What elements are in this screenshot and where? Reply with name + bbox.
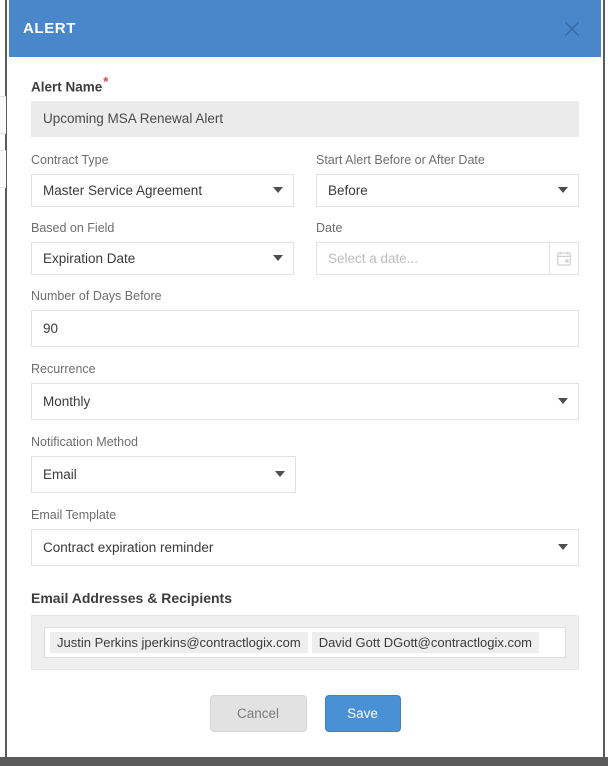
email-template-label: Email Template <box>31 507 117 522</box>
background-bottom-bar <box>0 757 608 766</box>
start-alert-select[interactable]: Before <box>316 173 579 207</box>
field-days-before: Number of Days Before 90 <box>31 289 579 347</box>
recipient-chip[interactable]: Justin Perkins jperkins@contractlogix.co… <box>50 631 308 653</box>
cancel-button[interactable]: Cancel <box>209 694 307 732</box>
field-contract-type: Contract Type Master Service Agreement <box>31 153 294 207</box>
field-recurrence: Recurrence Monthly <box>31 362 579 420</box>
recurrence-label: Recurrence <box>31 361 96 376</box>
row-contract-type-start-alert: Contract Type Master Service Agreement S… <box>31 153 579 207</box>
save-button[interactable]: Save <box>324 694 401 732</box>
alert-name-label-text: Alert Name <box>31 79 103 95</box>
calendar-icon[interactable] <box>549 242 578 274</box>
days-before-label: Number of Days Before <box>31 288 162 303</box>
recipients-input[interactable]: Justin Perkins jperkins@contractlogix.co… <box>44 626 566 658</box>
close-icon[interactable] <box>559 16 585 42</box>
notification-method-value: Email <box>43 466 77 482</box>
based-on-field-value: Expiration Date <box>43 250 136 266</box>
chevron-down-icon <box>558 398 568 404</box>
modal-body: Alert Name* Upcoming MSA Renewal Alert C… <box>9 57 601 681</box>
based-on-field-select[interactable]: Expiration Date <box>31 241 294 275</box>
days-before-input[interactable]: 90 <box>31 309 579 347</box>
contract-type-label: Contract Type <box>31 152 109 167</box>
contract-type-select[interactable]: Master Service Agreement <box>31 173 294 207</box>
recurrence-value: Monthly <box>43 393 91 409</box>
email-template-value: Contract expiration reminder <box>43 539 214 555</box>
contract-type-value: Master Service Agreement <box>43 182 203 198</box>
recipient-chip[interactable]: David Gott DGott@contractlogix.com <box>311 631 540 653</box>
field-notification-method: Notification Method Email <box>31 435 579 493</box>
based-on-field-label: Based on Field <box>31 220 115 235</box>
chevron-down-icon <box>273 187 283 193</box>
alert-modal: ALERT Alert Name* Upcoming MSA Renewal A… <box>9 0 601 757</box>
recipients-panel: Justin Perkins jperkins@contractlogix.co… <box>31 614 579 670</box>
field-based-on-field: Based on Field Expiration Date <box>31 221 294 275</box>
required-asterisk: * <box>103 74 109 89</box>
field-start-alert: Start Alert Before or After Date Before <box>316 153 579 207</box>
date-label: Date <box>316 220 343 235</box>
chevron-down-icon <box>275 471 285 477</box>
field-alert-name: Alert Name* Upcoming MSA Renewal Alert <box>31 75 579 137</box>
start-alert-label: Start Alert Before or After Date <box>316 152 485 167</box>
date-placeholder: Select a date... <box>328 250 419 266</box>
field-email-template: Email Template Contract expiration remin… <box>31 508 579 566</box>
recurrence-select[interactable]: Monthly <box>31 382 579 420</box>
recipients-section-title: Email Addresses & Recipients <box>31 589 233 606</box>
modal-title: ALERT <box>23 20 76 37</box>
row-based-on-field-date: Based on Field Expiration Date Date Sele… <box>31 221 579 275</box>
field-date: Date Select a date... <box>316 221 579 275</box>
alert-name-label: Alert Name* <box>31 75 579 95</box>
start-alert-value: Before <box>328 182 368 198</box>
modal-header: ALERT <box>9 0 601 57</box>
chevron-down-icon <box>558 187 568 193</box>
email-template-select[interactable]: Contract expiration reminder <box>31 528 579 566</box>
days-before-value: 90 <box>43 320 59 336</box>
modal-footer: Cancel Save <box>9 681 601 757</box>
notification-method-select[interactable]: Email <box>31 455 296 493</box>
chevron-down-icon <box>273 255 283 261</box>
alert-name-value: Upcoming MSA Renewal Alert <box>43 111 224 126</box>
chevron-down-icon <box>558 544 568 550</box>
date-input[interactable]: Select a date... <box>316 241 579 275</box>
notification-method-label: Notification Method <box>31 434 139 449</box>
alert-name-input[interactable]: Upcoming MSA Renewal Alert <box>31 100 579 137</box>
background-ghost-row-2 <box>0 150 6 188</box>
background-page-right-edge <box>603 0 608 766</box>
background-ghost-row-1 <box>0 96 6 134</box>
